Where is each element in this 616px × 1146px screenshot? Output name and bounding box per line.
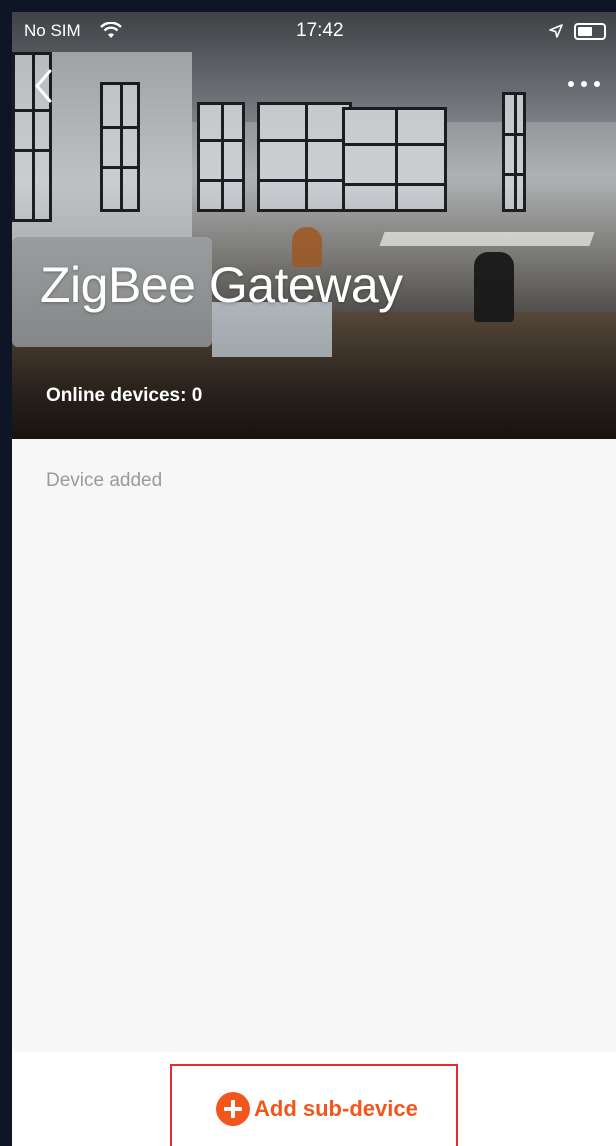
bottom-bar: Add sub-device — [12, 1052, 616, 1146]
page-title: ZigBee Gateway — [40, 257, 403, 313]
carrier-label: No SIM — [24, 21, 81, 40]
add-sub-device-button[interactable]: Add sub-device — [170, 1064, 458, 1146]
device-added-label: Device added — [46, 470, 163, 491]
more-dots-icon[interactable] — [564, 72, 604, 96]
location-arrow-icon — [549, 24, 563, 38]
app-screen: No SIM 17:42 ZigBee Gateway Online devic… — [12, 12, 616, 1146]
header-background-image — [12, 12, 616, 439]
wifi-icon — [100, 22, 122, 38]
plus-circle-icon — [216, 1092, 250, 1126]
online-devices-count: Online devices: 0 — [46, 385, 203, 406]
clock: 17:42 — [296, 20, 344, 41]
status-bar: No SIM 17:42 — [12, 12, 616, 52]
chevron-left-icon[interactable] — [30, 68, 60, 104]
device-frame: No SIM 17:42 ZigBee Gateway Online devic… — [0, 0, 616, 1146]
battery-icon — [574, 23, 606, 40]
add-sub-device-label: Add sub-device — [254, 1096, 418, 1121]
